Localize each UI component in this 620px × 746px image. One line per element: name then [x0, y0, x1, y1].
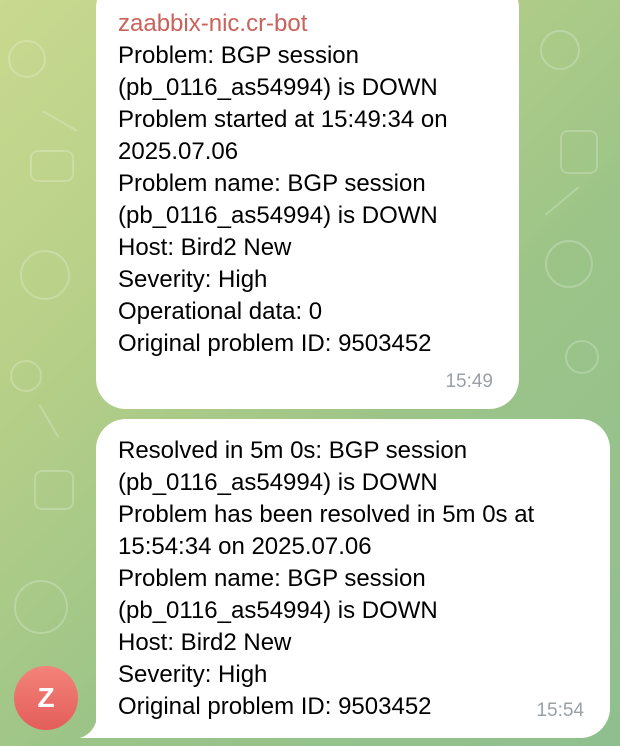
wallpaper-doodle — [30, 150, 74, 182]
wallpaper-doodle — [10, 360, 42, 392]
wallpaper-doodle — [545, 240, 593, 288]
message-text-line: Problem has been resolved in 5m 0s at — [118, 501, 535, 528]
message-text-line: (pb_0116_as54994) is DOWN — [118, 469, 438, 496]
message-timestamp: 15:54 — [536, 700, 584, 721]
message-text-line: Host: Bird2 New — [118, 234, 292, 261]
wallpaper-doodle — [544, 186, 580, 216]
message-text-line: Severity: High — [118, 266, 268, 293]
wallpaper-doodle — [34, 470, 74, 510]
wallpaper-doodle — [560, 130, 598, 174]
message-text-line: Problem name: BGP session — [118, 565, 426, 592]
message-bubble[interactable]: zaabbix-nic.cr-bot Problem: BGP session … — [96, 0, 519, 409]
message-bubble[interactable]: Resolved in 5m 0s: BGP session (pb_0116_… — [96, 419, 610, 738]
wallpaper-doodle — [565, 340, 599, 374]
message-text-line: Resolved in 5m 0s: BGP session — [118, 437, 468, 464]
bubble-tail — [80, 708, 110, 738]
wallpaper-doodle — [42, 110, 78, 132]
message-text-line: Problem started at 15:49:34 on — [118, 106, 448, 133]
wallpaper-doodle — [14, 580, 68, 634]
message-timestamp: 15:49 — [445, 371, 493, 392]
message-text-line: (pb_0116_as54994) is DOWN — [118, 74, 438, 101]
wallpaper-doodle — [540, 30, 580, 70]
message-text-line: 15:54:34 on 2025.07.06 — [118, 533, 372, 560]
message-text-line: Problem name: BGP session — [118, 170, 426, 197]
wallpaper-doodle — [8, 40, 46, 78]
sender-avatar[interactable]: Z — [14, 666, 78, 730]
message-text-line: Operational data: 0 — [118, 298, 323, 325]
wallpaper-doodle — [38, 404, 60, 438]
message-text-line: Original problem ID: 9503452 — [118, 693, 432, 720]
message-text-line: Problem: BGP session — [118, 42, 359, 69]
wallpaper-doodle — [20, 250, 70, 300]
message-text-line: (pb_0116_as54994) is DOWN — [118, 202, 438, 229]
message-text-line: 2025.07.06 — [118, 138, 239, 165]
sender-name[interactable]: zaabbix-nic.cr-bot — [118, 8, 497, 40]
message-text-line: (pb_0116_as54994) is DOWN — [118, 597, 438, 624]
message-text-line: Host: Bird2 New — [118, 629, 292, 656]
message-text-line: Severity: High — [118, 661, 268, 688]
message-text-line: Original problem ID: 9503452 — [118, 330, 432, 357]
